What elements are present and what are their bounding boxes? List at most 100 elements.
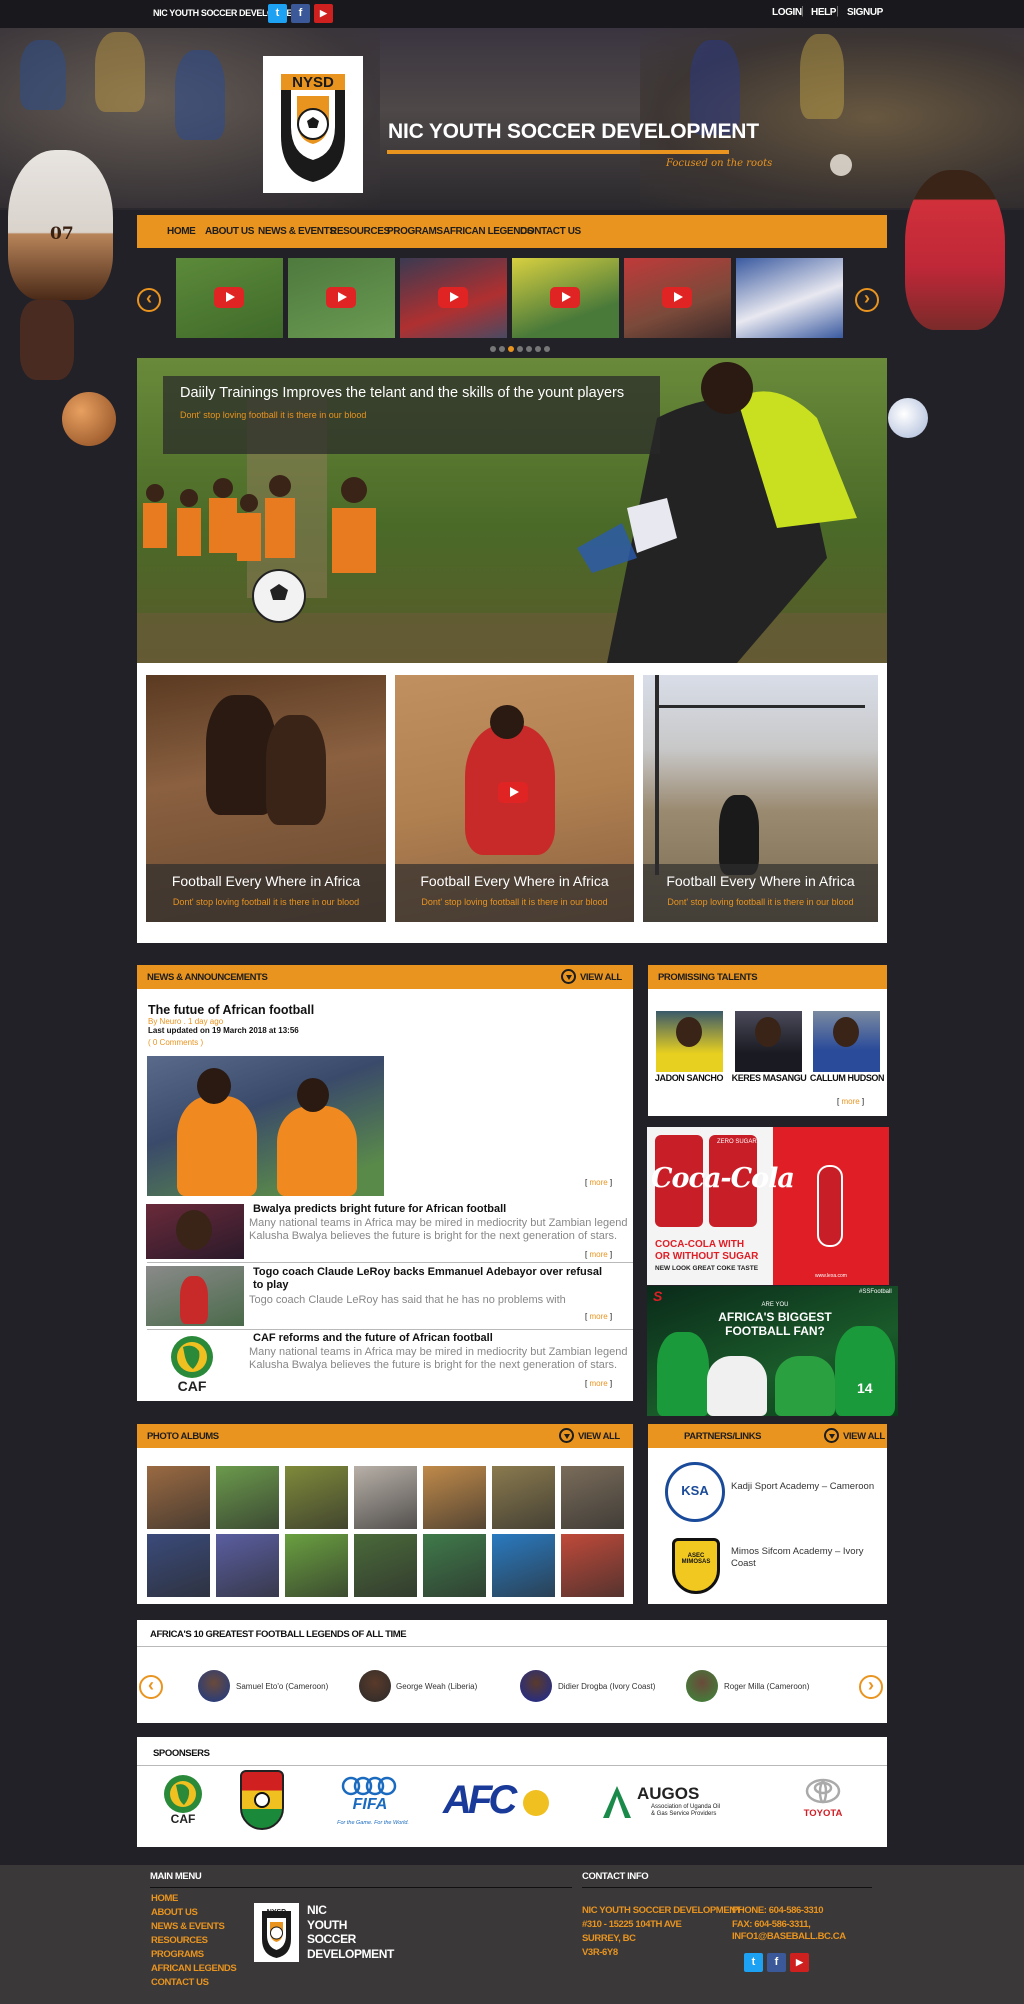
- photo-album-thumb[interactable]: [285, 1466, 348, 1529]
- caf-logo[interactable]: CAF: [153, 1333, 231, 1395]
- partners-view-all[interactable]: VIEW ALL: [843, 1431, 885, 1442]
- nav-home[interactable]: HOME: [167, 226, 196, 237]
- footer-link-programs[interactable]: PROGRAMS: [151, 1949, 204, 1960]
- news-more-link[interactable]: [ more ]: [585, 1250, 612, 1259]
- news-item-title[interactable]: Bwalya predicts bright future for Africa…: [253, 1203, 506, 1215]
- chevron-down-icon[interactable]: [824, 1428, 839, 1443]
- nav-about-us[interactable]: ABOUT US: [205, 226, 254, 237]
- talent-name[interactable]: KERES MASANGU: [729, 1073, 809, 1083]
- sponsor-afc[interactable]: AFC: [443, 1778, 553, 1824]
- footer-link-legends[interactable]: AFRICAN LEGENDS: [151, 1963, 237, 1974]
- footer-link-about[interactable]: ABOUT US: [151, 1907, 198, 1918]
- more-label[interactable]: more: [589, 1178, 607, 1187]
- nav-programs[interactable]: PROGRAMS: [387, 226, 443, 237]
- youtube-icon[interactable]: ▶: [314, 4, 333, 23]
- news-more-link[interactable]: [ more ]: [585, 1379, 612, 1388]
- ksa-logo[interactable]: KSA: [665, 1462, 725, 1522]
- news-item-title[interactable]: CAF reforms and the future of African fo…: [253, 1332, 493, 1344]
- sponsor-fifa[interactable]: FIFA For the Game. For the World.: [335, 1774, 409, 1836]
- featured-news-comments[interactable]: ( 0 Comments ): [148, 1038, 203, 1047]
- talents-more-link[interactable]: [ more ]: [837, 1097, 864, 1106]
- photo-album-thumb[interactable]: [147, 1534, 210, 1597]
- more-label[interactable]: more: [589, 1250, 607, 1259]
- site-logo[interactable]: NYSD: [263, 56, 363, 193]
- talent-photo[interactable]: [656, 1011, 723, 1072]
- photo-album-thumb[interactable]: [216, 1466, 279, 1529]
- photo-album-thumb[interactable]: [561, 1534, 624, 1597]
- legend-avatar[interactable]: [686, 1670, 718, 1702]
- legend-name[interactable]: Roger Milla (Cameroon): [724, 1682, 809, 1691]
- help-link[interactable]: HELP: [811, 7, 836, 18]
- carousel-dot[interactable]: [517, 346, 523, 352]
- chevron-down-icon[interactable]: [559, 1428, 574, 1443]
- video-thumb[interactable]: [288, 258, 395, 338]
- featured-news-title[interactable]: The futue of African football: [148, 1003, 314, 1017]
- legends-prev-button[interactable]: ‹: [139, 1675, 163, 1699]
- carousel-dot[interactable]: [535, 346, 541, 352]
- carousel-dot[interactable]: [499, 346, 505, 352]
- legend-avatar[interactable]: [359, 1670, 391, 1702]
- news-thumb[interactable]: [146, 1204, 244, 1259]
- carousel-dot[interactable]: [490, 346, 496, 352]
- nav-resources[interactable]: RESOURCES: [330, 226, 390, 237]
- carousel-dot[interactable]: [544, 346, 550, 352]
- more-label[interactable]: more: [589, 1379, 607, 1388]
- feature-card[interactable]: Football Every Where in Africa Dont' sto…: [643, 675, 878, 922]
- photo-album-thumb[interactable]: [354, 1466, 417, 1529]
- video-thumb[interactable]: [176, 258, 283, 338]
- sponsor-augos[interactable]: AUGOS Association of Uganda Oil & Gas Se…: [599, 1784, 721, 1824]
- photo-album-thumb[interactable]: [216, 1534, 279, 1597]
- photo-album-thumb[interactable]: [561, 1466, 624, 1529]
- more-label[interactable]: more: [589, 1312, 607, 1321]
- news-view-all[interactable]: VIEW ALL: [580, 972, 622, 983]
- facebook-icon[interactable]: f: [291, 4, 310, 23]
- featured-news-photo[interactable]: [147, 1056, 384, 1196]
- news-thumb[interactable]: [146, 1266, 244, 1326]
- video-thumb[interactable]: [736, 258, 843, 338]
- coca-cola-ad[interactable]: Coca-Cola ZERO SUGAR COCA-COLA WITH OR W…: [647, 1127, 889, 1285]
- legend-avatar[interactable]: [520, 1670, 552, 1702]
- video-thumb[interactable]: [624, 258, 731, 338]
- footer-logo[interactable]: NYSD: [254, 1903, 299, 1962]
- photo-album-thumb[interactable]: [423, 1466, 486, 1529]
- partner-name[interactable]: Mimos Sifcom Academy – Ivory Coast: [731, 1546, 881, 1570]
- partner-name[interactable]: Kadji Sport Academy – Cameroon: [731, 1481, 874, 1492]
- twitter-icon[interactable]: t: [268, 4, 287, 23]
- nav-news-events[interactable]: NEWS & EVENTS: [258, 226, 336, 237]
- photo-album-thumb[interactable]: [423, 1534, 486, 1597]
- supersport-ad[interactable]: #SSFootball S ARE YOU AFRICA'S BIGGEST F…: [647, 1286, 898, 1416]
- photo-album-thumb[interactable]: [285, 1534, 348, 1597]
- more-label[interactable]: more: [841, 1097, 859, 1106]
- news-more-link[interactable]: [ more ]: [585, 1312, 612, 1321]
- asec-logo[interactable]: ASEC MIMOSAS: [672, 1538, 720, 1594]
- talent-photo[interactable]: [813, 1011, 880, 1072]
- feature-card[interactable]: Football Every Where in Africa Dont' sto…: [395, 675, 634, 922]
- carousel-dot[interactable]: [526, 346, 532, 352]
- login-link[interactable]: LOGIN: [772, 7, 802, 18]
- featured-more-link[interactable]: [ more ]: [585, 1178, 612, 1187]
- photo-albums-view-all[interactable]: VIEW ALL: [578, 1431, 620, 1442]
- twitter-icon[interactable]: t: [744, 1953, 763, 1972]
- talent-name[interactable]: JADON SANCHO: [649, 1073, 729, 1083]
- carousel-dot[interactable]: [508, 346, 514, 352]
- chevron-down-icon[interactable]: [561, 969, 576, 984]
- feature-card[interactable]: Football Every Where in Africa Dont' sto…: [146, 675, 386, 922]
- legend-name[interactable]: Didier Drogba (Ivory Coast): [558, 1682, 655, 1691]
- video-thumb[interactable]: [400, 258, 507, 338]
- sponsor-toyota[interactable]: TOYOTA: [798, 1777, 848, 1825]
- photo-album-thumb[interactable]: [147, 1466, 210, 1529]
- photo-album-thumb[interactable]: [492, 1534, 555, 1597]
- footer-link-news[interactable]: NEWS & EVENTS: [151, 1921, 225, 1932]
- news-item-title[interactable]: Togo coach Claude LeRoy backs Emmanuel A…: [253, 1266, 613, 1292]
- carousel-prev-button[interactable]: ‹: [137, 288, 161, 312]
- nav-contact-us[interactable]: CONTACT US: [520, 226, 581, 237]
- footer-email[interactable]: INFO1@BASEBALL.BC.CA: [732, 1931, 846, 1942]
- talent-name[interactable]: CALLUM HUDSON: [807, 1073, 887, 1083]
- legend-name[interactable]: George Weah (Liberia): [396, 1682, 477, 1691]
- legends-next-button[interactable]: ›: [859, 1675, 883, 1699]
- legend-avatar[interactable]: [198, 1670, 230, 1702]
- photo-album-thumb[interactable]: [354, 1534, 417, 1597]
- carousel-next-button[interactable]: ›: [855, 288, 879, 312]
- sponsor-gfa[interactable]: [240, 1770, 284, 1830]
- facebook-icon[interactable]: f: [767, 1953, 786, 1972]
